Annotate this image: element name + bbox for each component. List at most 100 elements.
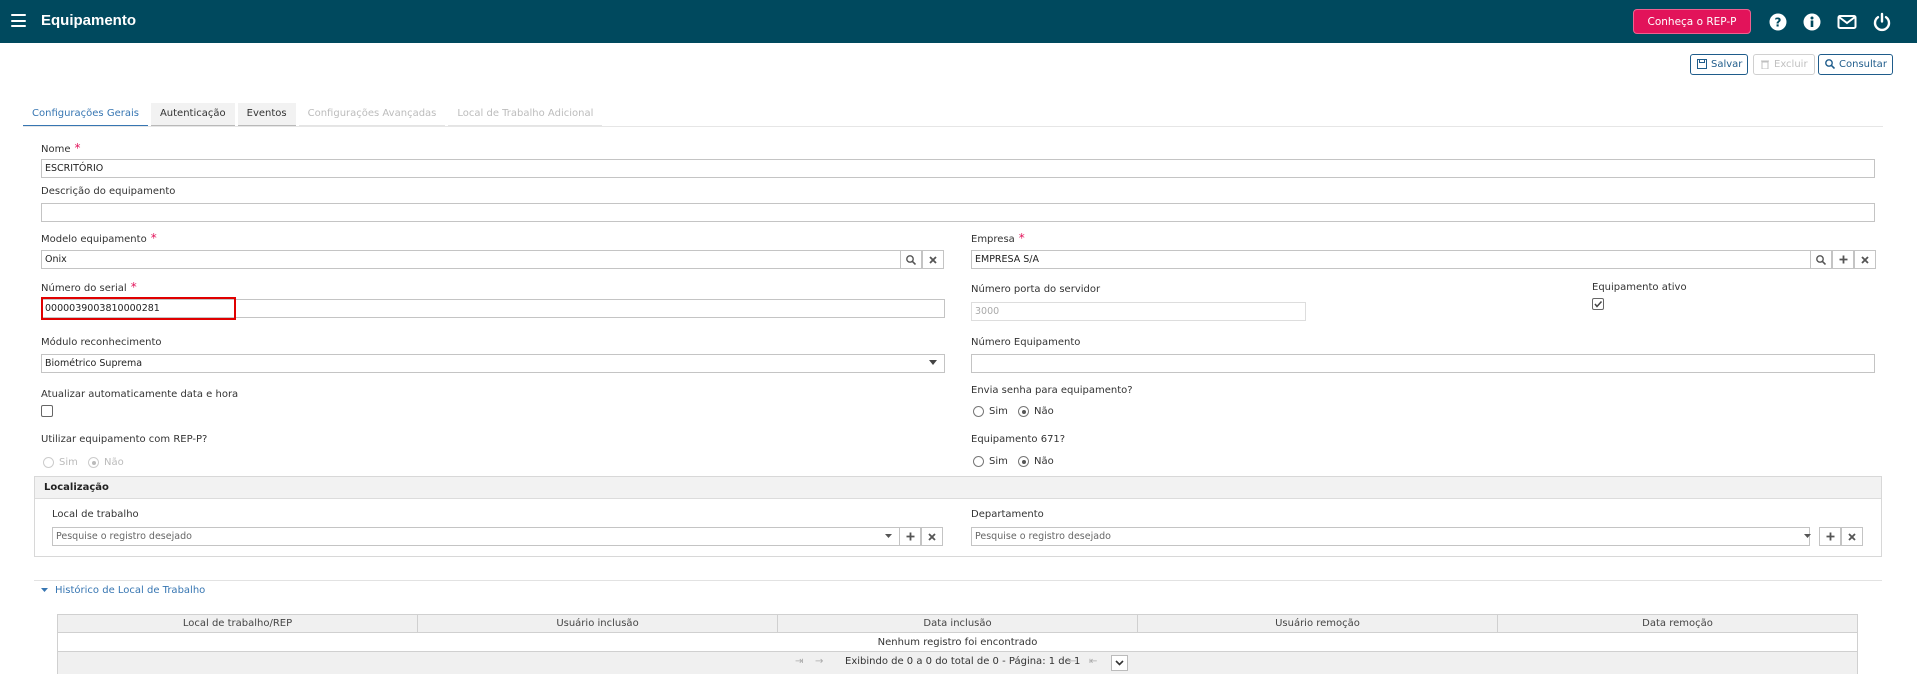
last-page-icon[interactable]: ⇤ xyxy=(1089,656,1097,667)
rep-p-label: Utilizar equipamento com REP-P? xyxy=(41,434,208,445)
envia-senha-sim-radio[interactable] xyxy=(973,406,984,417)
dropdown-arrow-icon xyxy=(1804,534,1811,538)
first-page-icon[interactable]: ⇥ xyxy=(795,656,803,667)
empresa-input[interactable]: EMPRESA S/A xyxy=(971,250,1811,269)
tab-divider xyxy=(23,126,1883,127)
tab-configuracoes-gerais[interactable]: Configurações Gerais xyxy=(23,103,148,127)
local-trabalho-add-button[interactable] xyxy=(899,527,921,546)
local-trabalho-label: Local de trabalho xyxy=(52,509,139,520)
pagination-bar: ⇥ → Exibindo de 0 a 0 do total de 0 - Pá… xyxy=(58,652,1857,674)
ativo-label: Equipamento ativo xyxy=(1592,282,1687,293)
rep-p-nao-radio[interactable] xyxy=(88,457,99,468)
departamento-add-button[interactable] xyxy=(1819,527,1841,546)
power-icon[interactable] xyxy=(1872,12,1892,32)
save-button[interactable]: Salvar xyxy=(1690,54,1748,75)
query-label: Consultar xyxy=(1839,59,1887,70)
info-icon[interactable] xyxy=(1802,12,1822,32)
local-trabalho-clear-button[interactable] xyxy=(921,527,943,546)
plus-icon xyxy=(906,532,914,541)
table-header: Local de trabalho/REP Usuário inclusão D… xyxy=(58,615,1857,633)
tab-autenticacao[interactable]: Autenticação xyxy=(150,103,235,127)
empresa-label: Empresa * xyxy=(971,231,1025,245)
top-bar: Equipamento Conheça o REP-P ? xyxy=(0,0,1917,43)
eq671-sim-radio[interactable] xyxy=(973,456,984,467)
departamento-input[interactable]: Pesquise o registro desejado xyxy=(971,527,1810,546)
help-icon[interactable]: ? xyxy=(1768,12,1788,32)
envia-senha-nao-label: Não xyxy=(1034,406,1054,417)
save-label: Salvar xyxy=(1711,59,1743,70)
close-icon xyxy=(1848,532,1856,541)
plus-icon xyxy=(1839,255,1847,264)
atualizar-checkbox[interactable] xyxy=(41,405,53,417)
next-page-icon[interactable]: ← xyxy=(1068,656,1076,667)
eq671-nao-radio[interactable] xyxy=(1018,456,1029,467)
envia-senha-label: Envia senha para equipamento? xyxy=(971,385,1133,396)
tab-configuracoes-avancadas[interactable]: Configurações Avançadas xyxy=(298,103,446,127)
eq671-nao-label: Não xyxy=(1034,456,1054,467)
delete-label: Excluir xyxy=(1774,59,1808,70)
porta-input[interactable]: 3000 xyxy=(971,302,1306,321)
modelo-input[interactable]: Onix xyxy=(41,250,901,269)
dropdown-arrow-icon xyxy=(929,360,937,365)
column-header[interactable]: Usuário remoção xyxy=(1138,615,1498,632)
serial-label: Número do serial * xyxy=(41,280,137,294)
search-icon xyxy=(1816,254,1826,265)
modulo-select[interactable]: Biométrico Suprema xyxy=(41,354,945,373)
close-icon xyxy=(928,532,936,541)
departamento-clear-button[interactable] xyxy=(1841,527,1863,546)
local-trabalho-input[interactable]: Pesquise o registro desejado xyxy=(52,527,900,546)
svg-text:?: ? xyxy=(1775,16,1782,30)
porta-label: Número porta do servidor xyxy=(971,284,1101,295)
column-header[interactable]: Data inclusão xyxy=(778,615,1138,632)
historico-divider xyxy=(34,580,1882,581)
mail-icon[interactable] xyxy=(1837,12,1857,32)
rep-p-nao-label: Não xyxy=(104,457,124,468)
highlight-box xyxy=(41,297,236,320)
rep-p-sim-radio[interactable] xyxy=(43,457,54,468)
menu-icon[interactable] xyxy=(11,14,26,27)
chevron-down-icon xyxy=(1115,660,1124,666)
envia-senha-nao-radio[interactable] xyxy=(1018,406,1029,417)
trash-icon xyxy=(1761,60,1769,69)
pager-text: Exibindo de 0 a 0 do total de 0 - Página… xyxy=(845,656,1081,667)
modelo-label: Modelo equipamento * xyxy=(41,231,157,245)
rep-p-button[interactable]: Conheça o REP-P xyxy=(1633,9,1751,34)
nome-input[interactable]: ESCRITÓRIO xyxy=(41,159,1875,178)
numero-equip-input[interactable] xyxy=(971,354,1875,373)
eq671-sim-label: Sim xyxy=(989,456,1008,467)
close-icon xyxy=(929,255,937,264)
tab-eventos[interactable]: Eventos xyxy=(237,103,296,127)
descricao-label: Descrição do equipamento xyxy=(41,186,176,197)
modulo-label: Módulo reconhecimento xyxy=(41,337,162,348)
check-icon xyxy=(1594,300,1603,308)
eq671-label: Equipamento 671? xyxy=(971,434,1066,445)
save-icon xyxy=(1697,59,1707,69)
empresa-search-button[interactable] xyxy=(1810,250,1832,269)
page-title: Equipamento xyxy=(41,12,137,29)
envia-senha-sim-label: Sim xyxy=(989,406,1008,417)
column-header[interactable]: Usuário inclusão xyxy=(418,615,778,632)
descricao-input[interactable] xyxy=(41,203,1875,222)
column-header[interactable]: Data remoção xyxy=(1498,615,1857,632)
historico-table: Local de trabalho/REP Usuário inclusão D… xyxy=(57,614,1858,674)
historico-toggle[interactable]: Histórico de Local de Trabalho xyxy=(55,585,205,596)
modelo-search-button[interactable] xyxy=(900,250,922,269)
modelo-clear-button[interactable] xyxy=(922,250,944,269)
localizacao-title: Localização xyxy=(35,477,1881,499)
departamento-label: Departamento xyxy=(971,509,1044,520)
column-header[interactable]: Local de trabalho/REP xyxy=(58,615,418,632)
delete-button[interactable]: Excluir xyxy=(1753,54,1815,75)
ativo-checkbox[interactable] xyxy=(1592,298,1604,310)
tab-local-trabalho-adicional[interactable]: Local de Trabalho Adicional xyxy=(448,103,603,127)
empresa-clear-button[interactable] xyxy=(1854,250,1876,269)
plus-icon xyxy=(1826,532,1834,541)
nome-label: Nome * xyxy=(41,141,81,155)
empresa-add-button[interactable] xyxy=(1832,250,1854,269)
page-size-dropdown[interactable] xyxy=(1111,655,1128,671)
caret-down-icon[interactable] xyxy=(41,588,48,592)
search-icon xyxy=(1825,59,1835,69)
prev-page-icon[interactable]: → xyxy=(815,656,823,667)
rep-p-sim-label: Sim xyxy=(59,457,78,468)
tab-bar: Configurações Gerais Autenticação Evento… xyxy=(23,103,605,127)
query-button[interactable]: Consultar xyxy=(1818,54,1893,75)
